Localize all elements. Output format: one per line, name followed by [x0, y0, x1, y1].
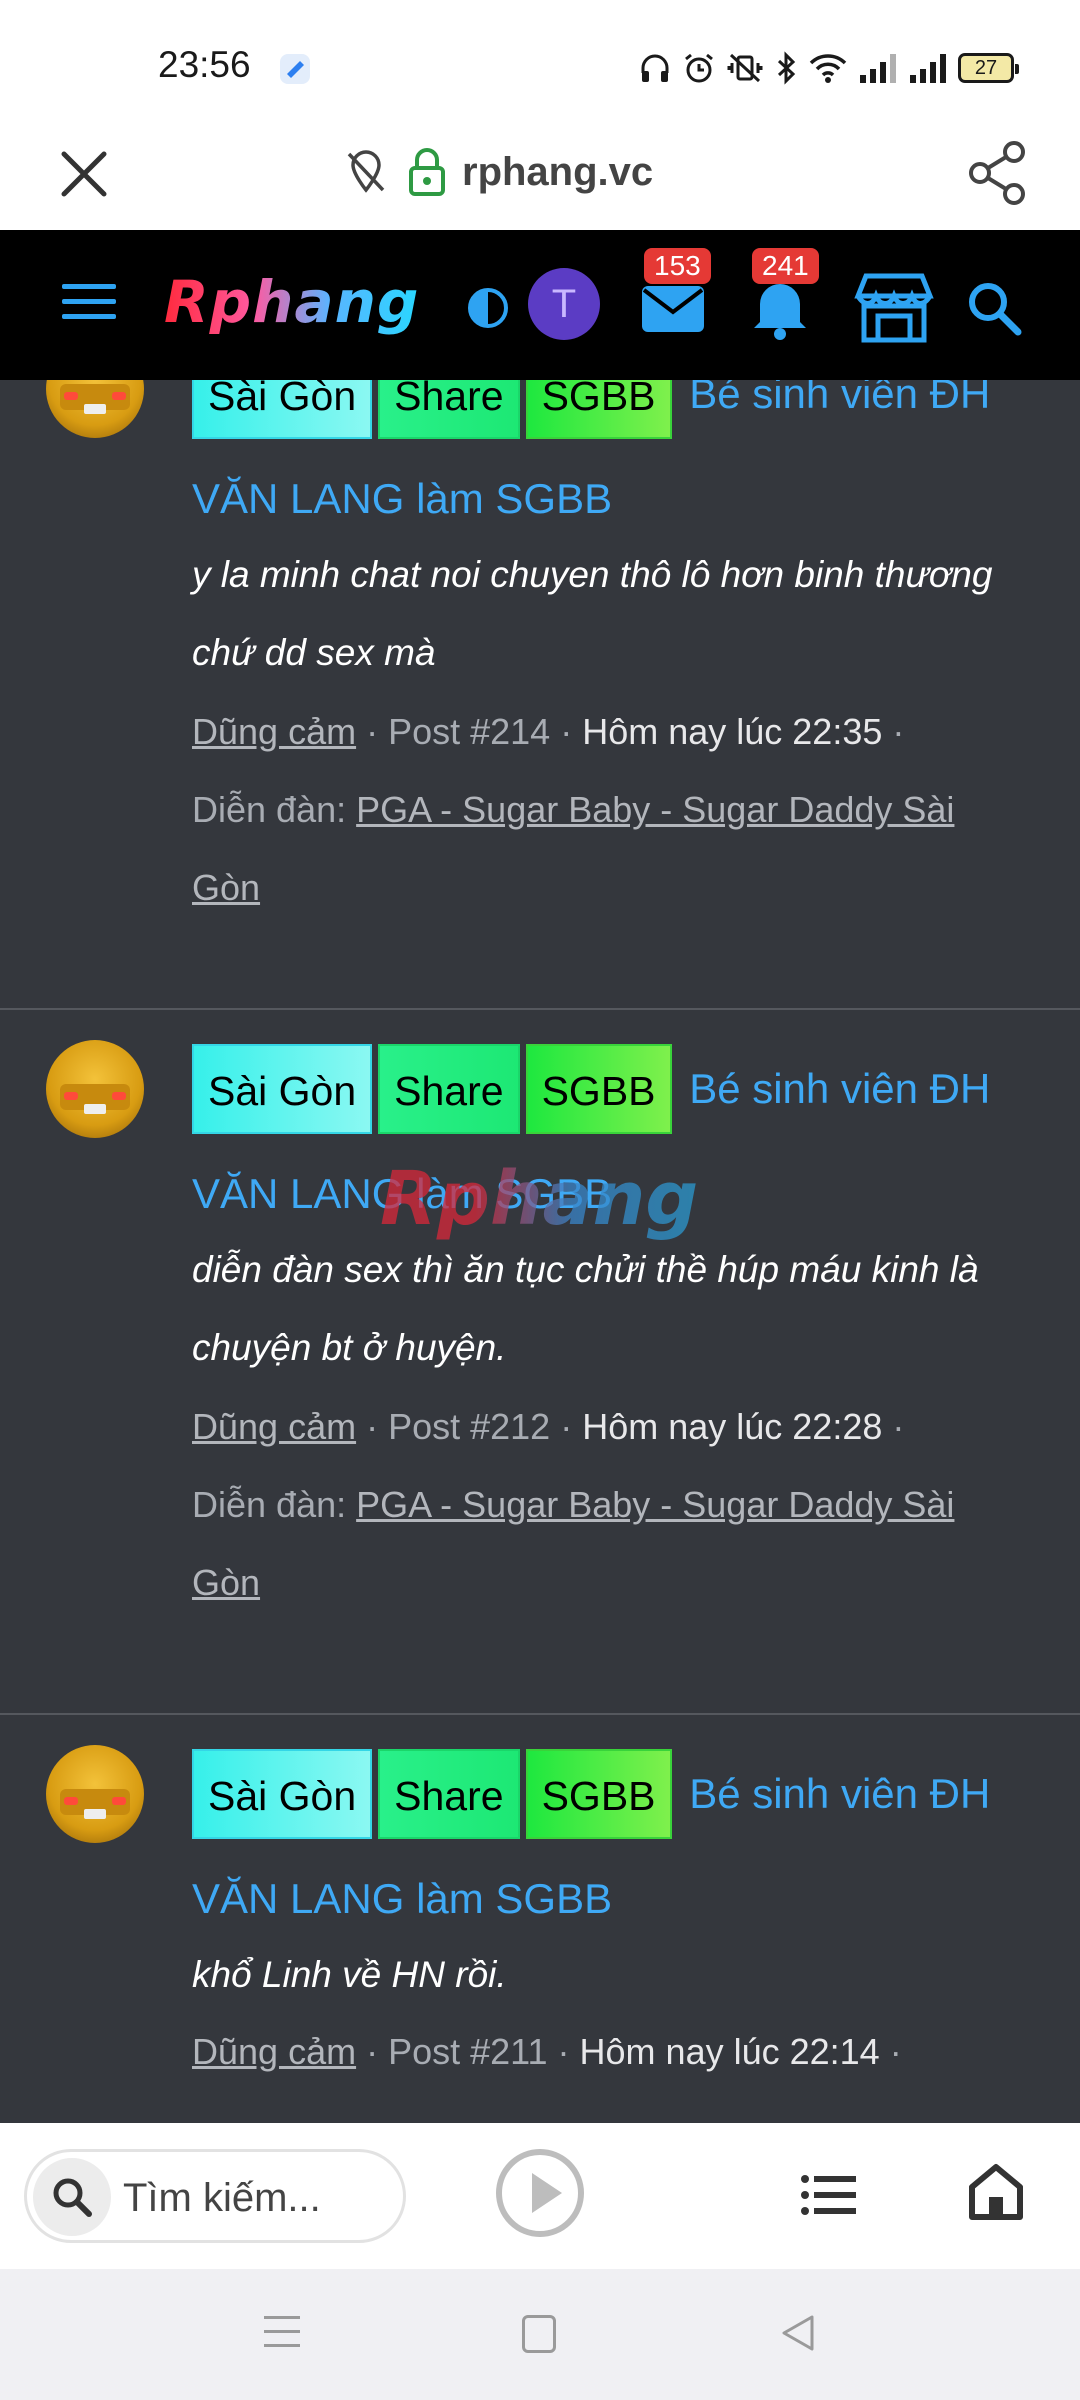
thread-title-line1[interactable]: Bé sinh viên ĐH — [689, 1065, 990, 1112]
close-icon[interactable] — [56, 146, 112, 202]
user-avatar[interactable]: T — [528, 268, 600, 340]
post-meta: Dũng cảm · Post #212 · Hôm nay lúc 22:28… — [192, 1406, 955, 1603]
author-link[interactable]: Dũng cảm — [192, 711, 356, 752]
forum-label: Diễn đàn: — [192, 1484, 347, 1525]
post-time: Hôm nay lúc 22:35 — [582, 711, 883, 752]
tag-sgbb[interactable]: SGBB — [525, 1748, 672, 1839]
lock-icon[interactable] — [408, 146, 446, 196]
author-link[interactable]: Dũng cảm — [192, 2031, 356, 2072]
app-notification-icon — [280, 54, 310, 84]
url-text[interactable]: rphang.vc — [462, 150, 653, 195]
post-snippet: diễn đàn sex thì ăn tục chửi thề húp máu… — [192, 1231, 1052, 1387]
messages-icon[interactable] — [640, 280, 706, 336]
forum-link[interactable]: PGA - Sugar Baby - Sugar Daddy Sài — [356, 789, 954, 830]
search-circle — [33, 2158, 111, 2236]
play-button[interactable] — [496, 2149, 584, 2237]
thread-title-line2[interactable]: VĂN LANG làm SGBB — [192, 475, 612, 522]
thread-title-line2[interactable]: VĂN LANG làm SGBB — [192, 1875, 612, 1922]
search-placeholder: Tìm kiếm... — [123, 2176, 321, 2220]
tag-share[interactable]: Share — [378, 380, 520, 439]
forum-label: Diễn đàn: — [192, 789, 347, 830]
menu-icon[interactable] — [60, 280, 118, 324]
store-icon[interactable] — [852, 272, 936, 344]
post-meta: Dũng cảm · Post #214 · Hôm nay lúc 22:35… — [192, 711, 955, 908]
snippet-line1: khổ Linh về HN rồi. — [192, 1954, 507, 1995]
post-meta: Dũng cảm · Post #211 · Hôm nay lúc 22:14… — [192, 2031, 902, 2072]
forum-link-cont[interactable]: Gòn — [192, 1562, 260, 1603]
list-item[interactable]: Sài Gòn Share SGBB Bé sinh viên ĐH VĂN LAN… — [0, 380, 1080, 1050]
tag-sgbb[interactable]: SGBB — [525, 1043, 672, 1134]
post-time: Hôm nay lúc 22:28 — [582, 1406, 883, 1447]
search-icon — [53, 2178, 92, 2217]
avatar[interactable] — [46, 1745, 144, 1843]
list-item[interactable]: Sài Gòn Share SGBB Bé sinh viên ĐH VĂN LAN… — [0, 1715, 1080, 2123]
theme-toggle-icon[interactable] — [466, 286, 510, 330]
alerts-count-badge: 241 — [752, 248, 819, 284]
home-nav-icon[interactable] — [522, 2315, 556, 2353]
search-input[interactable]: Tìm kiếm... — [24, 2149, 406, 2243]
tag-share[interactable]: Share — [378, 1748, 520, 1839]
recents-menu-icon[interactable] — [264, 2313, 300, 2351]
tag-sgbb[interactable]: SGBB — [525, 380, 672, 439]
tag-saigon[interactable]: Sài Gòn — [192, 380, 373, 439]
status-bar: 23:56 27 — [0, 0, 1080, 128]
site-logo[interactable]: Rphang — [164, 268, 419, 336]
location-off-icon[interactable] — [344, 148, 388, 196]
snippet-line1: diễn đàn sex thì ăn tục chửi thề húp máu… — [192, 1249, 979, 1290]
forum-link-cont[interactable]: Gòn — [192, 867, 260, 908]
bottom-toolbar: Tìm kiếm... — [0, 2123, 1080, 2269]
vibrate-off-icon — [727, 53, 763, 83]
tag-share[interactable]: Share — [378, 1043, 520, 1134]
post-snippet: y la minh chat noi chuyen thô lô hơn bin… — [192, 536, 1052, 692]
post-number: Post #212 — [388, 1406, 551, 1447]
alarm-icon — [685, 53, 713, 83]
system-nav-bar — [0, 2269, 1080, 2400]
post-time: Hôm nay lúc 22:14 — [579, 2031, 880, 2072]
signal-icon-2 — [910, 54, 946, 83]
home-icon[interactable] — [968, 2163, 1024, 2221]
list-icon[interactable] — [800, 2173, 858, 2217]
battery-level: 27 — [974, 56, 998, 79]
snippet-line2: chuyện bt ở huyện. — [192, 1327, 507, 1368]
wifi-icon — [809, 54, 847, 83]
thread-title-line1[interactable]: Bé sinh viên ĐH — [689, 380, 990, 417]
tag-saigon[interactable]: Sài Gòn — [192, 1748, 373, 1839]
browser-url-bar: rphang.vc — [0, 128, 1080, 230]
forum-link[interactable]: PGA - Sugar Baby - Sugar Daddy Sài — [356, 1484, 954, 1525]
share-icon[interactable] — [966, 140, 1028, 206]
author-link[interactable]: Dũng cảm — [192, 1406, 356, 1447]
thread-title-line1[interactable]: Bé sinh viên ĐH — [689, 1770, 990, 1817]
list-item[interactable]: Sài Gòn Share SGBB Bé sinh viên ĐH VĂN LAN… — [0, 1010, 1080, 1715]
site-header: Rphang T 153 241 — [0, 230, 1080, 380]
avatar[interactable] — [46, 380, 144, 438]
back-nav-icon[interactable] — [780, 2313, 816, 2353]
snippet-line2: chứ dd sex mà — [192, 632, 436, 673]
post-snippet: khổ Linh về HN rồi. — [192, 1936, 1052, 2014]
status-time: 23:56 — [158, 44, 251, 85]
battery-icon: 27 — [958, 53, 1019, 83]
snippet-line1: y la minh chat noi chuyen thô lô hơn bin… — [192, 554, 993, 595]
thread-title[interactable]: Sài Gòn Share SGBB Bé sinh viên ĐH VĂN LAN… — [192, 1740, 1032, 1950]
search-icon[interactable] — [966, 280, 1022, 336]
post-number: Post #211 — [388, 2031, 548, 2072]
search-results-feed: Sài Gòn Share SGBB Bé sinh viên ĐH VĂN LAN… — [0, 380, 1080, 2123]
bluetooth-icon — [777, 51, 796, 85]
thread-title-line2[interactable]: VĂN LANG làm SGBB — [192, 1170, 612, 1217]
thread-title[interactable]: Sài Gòn Share SGBB Bé sinh viên ĐH VĂN LAN… — [192, 1035, 1032, 1245]
thread-title[interactable]: Sài Gòn Share SGBB Bé sinh viên ĐH VĂN LAN… — [192, 380, 1032, 550]
tag-saigon[interactable]: Sài Gòn — [192, 1043, 373, 1134]
post-number: Post #214 — [388, 711, 551, 752]
alerts-bell-icon[interactable] — [752, 276, 808, 340]
messages-count-badge: 153 — [644, 248, 711, 284]
signal-icon-1 — [860, 54, 896, 83]
avatar[interactable] — [46, 1040, 144, 1138]
headphones-icon — [641, 54, 669, 82]
